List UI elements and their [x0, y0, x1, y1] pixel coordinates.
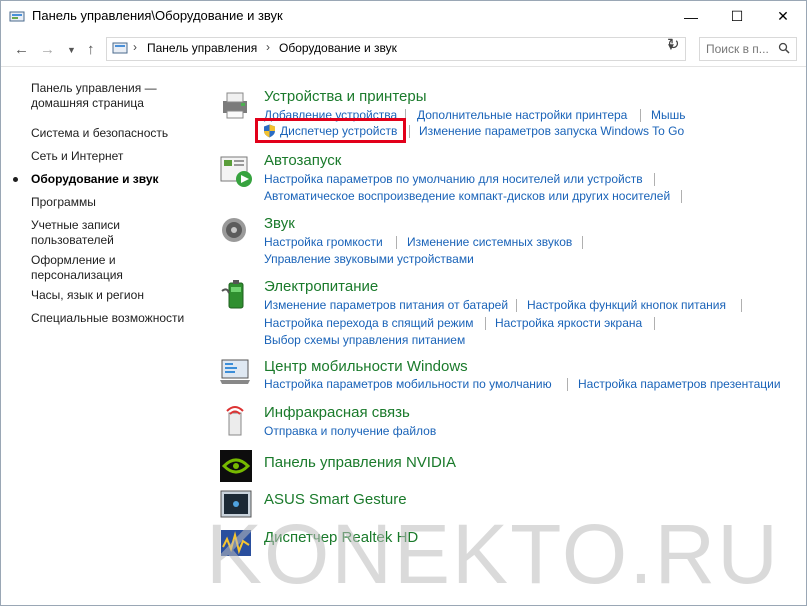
sidebar-item-network[interactable]: Сеть и Интернет — [31, 149, 201, 164]
link-manage-audio-devices[interactable]: Управление звуковыми устройствами — [264, 252, 474, 266]
link-power-buttons[interactable]: Настройка функций кнопок питания — [527, 298, 726, 312]
search-icon[interactable] — [778, 42, 790, 54]
search-placeholder: Поиск в п... — [706, 42, 769, 56]
link-mobility-defaults[interactable]: Настройка параметров мобильности по умол… — [264, 377, 552, 391]
link-separator — [654, 173, 655, 186]
category-title-infrared[interactable]: Инфракрасная связь — [264, 404, 410, 421]
autoplay-icon[interactable] — [219, 154, 253, 188]
address-bar: ← → ▼ ↑ › Панель управления › Оборудован… — [1, 32, 806, 67]
category-title-power[interactable]: Электропитание — [264, 278, 378, 295]
breadcrumb-hardware-and-sound[interactable]: Оборудование и звук — [279, 41, 397, 55]
link-battery-settings[interactable]: Изменение параметров питания от батарей — [264, 298, 508, 312]
sidebar-item-label: Оборудование и звук — [31, 172, 159, 186]
breadcrumb-separator: › — [133, 40, 137, 54]
minimize-button[interactable]: — — [668, 1, 714, 32]
link-separator — [654, 317, 655, 330]
address-field[interactable]: › Панель управления › Оборудование и зву… — [106, 37, 686, 61]
link-separator — [409, 125, 410, 138]
search-input[interactable]: Поиск в п... — [699, 37, 797, 61]
link-advanced-printer-settings[interactable]: Дополнительные настройки принтера — [417, 108, 627, 122]
control-panel-icon — [9, 11, 25, 22]
category-title-devices-printers[interactable]: Устройства и принтеры — [264, 88, 426, 105]
up-arrow-icon[interactable]: ↑ — [87, 41, 95, 58]
link-send-receive-files[interactable]: Отправка и получение файлов — [264, 424, 436, 438]
watermark: KONEKTO.RU — [206, 507, 780, 601]
link-windows-to-go[interactable]: Изменение параметров запуска Windows To … — [419, 124, 684, 138]
sidebar-item-programs[interactable]: Программы — [31, 195, 201, 210]
breadcrumb-control-panel[interactable]: Панель управления — [147, 41, 257, 55]
link-separator — [582, 236, 583, 249]
highlight-box — [255, 118, 406, 143]
link-presentation-settings[interactable]: Настройка параметров презентации — [578, 377, 781, 391]
link-system-sounds[interactable]: Изменение системных звуков — [407, 235, 572, 249]
forward-arrow-icon[interactable]: → — [40, 41, 55, 58]
speaker-icon[interactable] — [219, 214, 253, 248]
breadcrumb-separator: › — [266, 40, 270, 54]
sidebar-item-security[interactable]: Система и безопасность — [31, 126, 201, 141]
sidebar-item-home[interactable]: Панель управления — домашняя страница — [31, 81, 201, 111]
link-autoplay-defaults[interactable]: Настройка параметров по умолчанию для но… — [264, 172, 643, 186]
close-button[interactable]: ✕ — [760, 1, 806, 32]
link-separator — [516, 299, 517, 312]
link-mouse[interactable]: Мышь — [651, 108, 686, 122]
sidebar-item-accessibility[interactable]: Специальные возможности — [31, 311, 201, 326]
link-adjust-volume[interactable]: Настройка громкости — [264, 235, 383, 249]
link-autoplay-cd[interactable]: Автоматическое воспроизведение компакт-д… — [264, 189, 670, 203]
link-separator — [681, 190, 682, 203]
printer-icon[interactable] — [219, 89, 253, 123]
link-power-plan[interactable]: Выбор схемы управления питанием — [264, 333, 465, 347]
nvidia-icon[interactable] — [219, 449, 253, 483]
sidebar-item-appearance[interactable]: Оформление и персонализация — [31, 253, 131, 283]
category-title-nvidia[interactable]: Панель управления NVIDIA — [264, 454, 456, 471]
link-separator — [567, 378, 568, 391]
link-separator — [640, 109, 641, 122]
link-screen-brightness[interactable]: Настройка яркости экрана — [495, 316, 642, 330]
back-arrow-icon[interactable]: ← — [14, 41, 29, 58]
sidebar-item-hardware[interactable]: Оборудование и звук — [13, 172, 201, 187]
sidebar-item-clock-region[interactable]: Часы, язык и регион — [31, 288, 201, 303]
sidebar-item-accounts[interactable]: Учетные записи пользователей — [31, 218, 131, 248]
recent-locations-chevron-icon[interactable]: ▼ — [67, 45, 76, 55]
refresh-icon[interactable]: ↻ — [667, 35, 680, 53]
category-title-autoplay[interactable]: Автозапуск — [264, 152, 341, 169]
mobility-center-icon[interactable] — [219, 356, 253, 390]
title-bar[interactable]: Панель управления\Оборудование и звук — … — [1, 1, 806, 32]
link-separator — [485, 317, 486, 330]
maximize-button[interactable]: ☐ — [714, 1, 760, 32]
window-title: Панель управления\Оборудование и звук — [32, 8, 283, 23]
control-panel-window: Панель управления\Оборудование и звук — … — [0, 0, 807, 606]
battery-icon[interactable] — [219, 277, 253, 311]
infrared-icon[interactable] — [219, 403, 253, 437]
active-bullet-icon — [13, 177, 18, 182]
link-separator — [396, 236, 397, 249]
control-panel-address-icon — [112, 42, 128, 54]
category-title-sound[interactable]: Звук — [264, 215, 295, 232]
category-title-mobility-center[interactable]: Центр мобильности Windows — [264, 358, 468, 375]
link-separator — [741, 299, 742, 312]
link-sleep-settings[interactable]: Настройка перехода в спящий режим — [264, 316, 473, 330]
